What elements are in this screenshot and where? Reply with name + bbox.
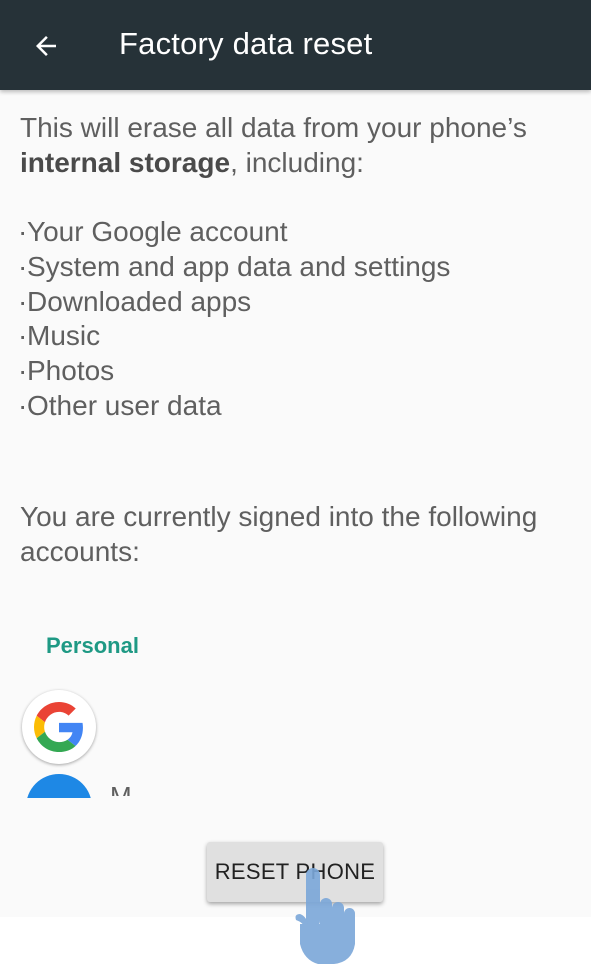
list-item-label: Your Google account: [27, 216, 288, 247]
content-area[interactable]: This will erase all data from your phone…: [0, 90, 591, 917]
list-item: ·Photos: [18, 355, 115, 387]
signed-in-accounts-text: You are currently signed into the follow…: [20, 501, 538, 567]
page-title: Factory data reset: [119, 26, 373, 61]
google-logo-icon: [34, 702, 83, 752]
app-bar: Factory data reset: [0, 0, 591, 90]
back-button[interactable]: [22, 22, 70, 70]
factory-reset-screen: Factory data reset This will erase all d…: [0, 0, 591, 968]
google-account-avatar: [22, 690, 96, 764]
list-item-label: Photos: [27, 355, 115, 387]
list-item: ·Your Google account: [18, 216, 288, 247]
accounts-section-header: Personal: [46, 633, 139, 658]
intro-bold-storage: internal storage: [20, 147, 231, 178]
list-item-label: Downloaded apps: [27, 285, 252, 317]
arrow-back-icon: [36, 36, 56, 56]
list-item-label: System and app data and settings: [27, 250, 451, 282]
list-item-label: Music: [27, 320, 101, 352]
tap-hand-icon: [295, 868, 355, 964]
account-label-partial: M: [110, 782, 132, 796]
list-item-label: Other user data: [27, 389, 222, 421]
list-item: ·System and app data and settings: [18, 250, 451, 282]
list-item: ·Downloaded apps: [18, 285, 252, 317]
erase-warning-text: This will erase all data from your phone…: [20, 110, 580, 180]
erase-items-list: ·Your Google account ·System and app dat…: [18, 215, 450, 424]
list-item: ·Other user data: [18, 389, 222, 421]
intro-text-before: This will erase all data from your phone…: [20, 112, 527, 143]
list-item: ·Music: [18, 320, 101, 352]
intro-text-after: , including:: [230, 147, 364, 178]
